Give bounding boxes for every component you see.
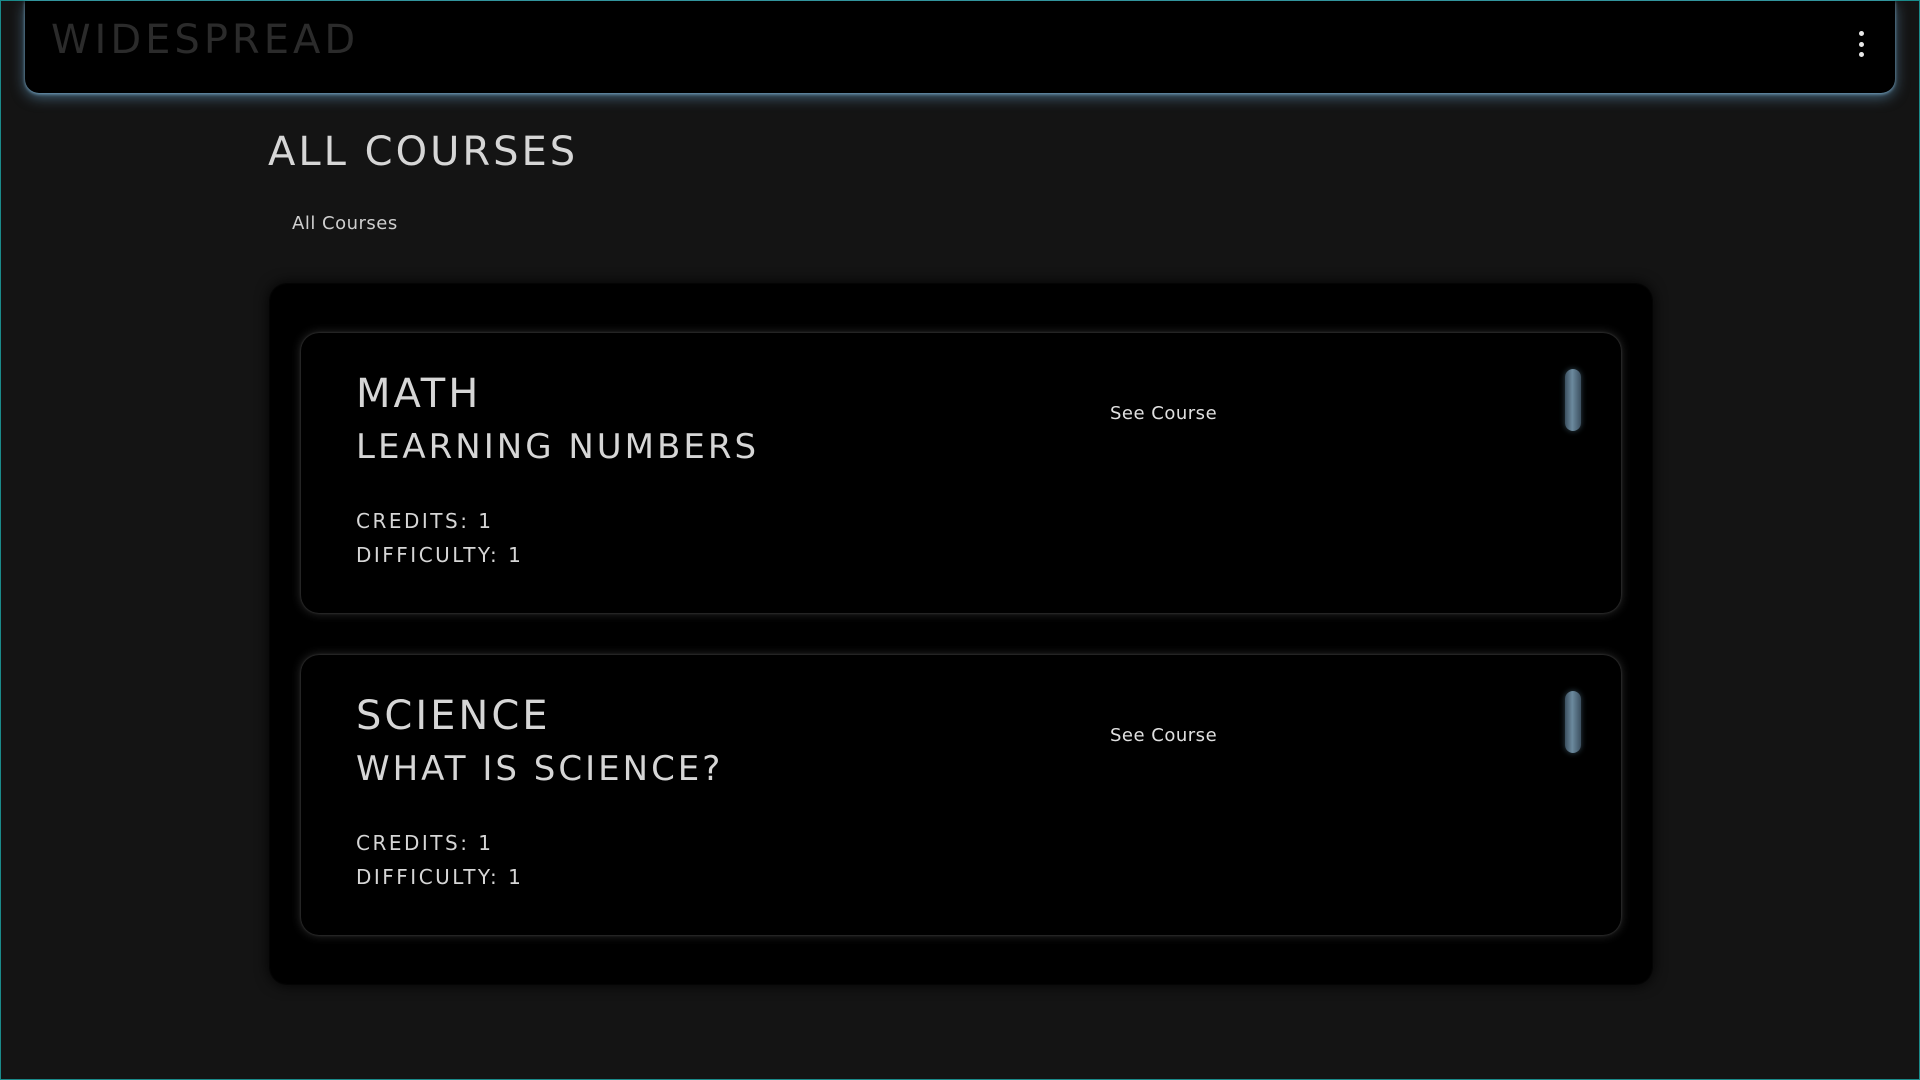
card-scroll-handle[interactable] bbox=[1565, 369, 1581, 431]
more-menu-button[interactable] bbox=[1853, 31, 1869, 57]
more-vertical-icon bbox=[1858, 31, 1864, 36]
more-vertical-icon bbox=[1858, 52, 1864, 57]
course-credits: CREDITS: 1 bbox=[356, 831, 494, 855]
course-name: WHAT IS SCIENCE? bbox=[356, 749, 724, 789]
card-scroll-handle[interactable] bbox=[1565, 691, 1581, 753]
brand-logo[interactable]: WIDESPREAD bbox=[51, 17, 359, 63]
see-course-link[interactable]: See Course bbox=[1110, 725, 1217, 746]
course-difficulty: DIFFICULTY: 1 bbox=[356, 865, 524, 889]
app-header: WIDESPREAD bbox=[25, 1, 1895, 93]
course-subject: SCIENCE bbox=[356, 693, 551, 739]
course-credits: CREDITS: 1 bbox=[356, 509, 494, 533]
see-course-link[interactable]: See Course bbox=[1110, 403, 1217, 424]
page-title: ALL COURSES bbox=[268, 129, 579, 175]
course-card: SCIENCE WHAT IS SCIENCE? CREDITS: 1 DIFF… bbox=[301, 655, 1621, 935]
courses-panel: MATH LEARNING NUMBERS CREDITS: 1 DIFFICU… bbox=[269, 283, 1653, 985]
course-difficulty: DIFFICULTY: 1 bbox=[356, 543, 524, 567]
course-name: LEARNING NUMBERS bbox=[356, 427, 760, 467]
course-subject: MATH bbox=[356, 371, 482, 417]
course-card: MATH LEARNING NUMBERS CREDITS: 1 DIFFICU… bbox=[301, 333, 1621, 613]
breadcrumb[interactable]: All Courses bbox=[292, 213, 398, 234]
more-vertical-icon bbox=[1858, 41, 1864, 47]
